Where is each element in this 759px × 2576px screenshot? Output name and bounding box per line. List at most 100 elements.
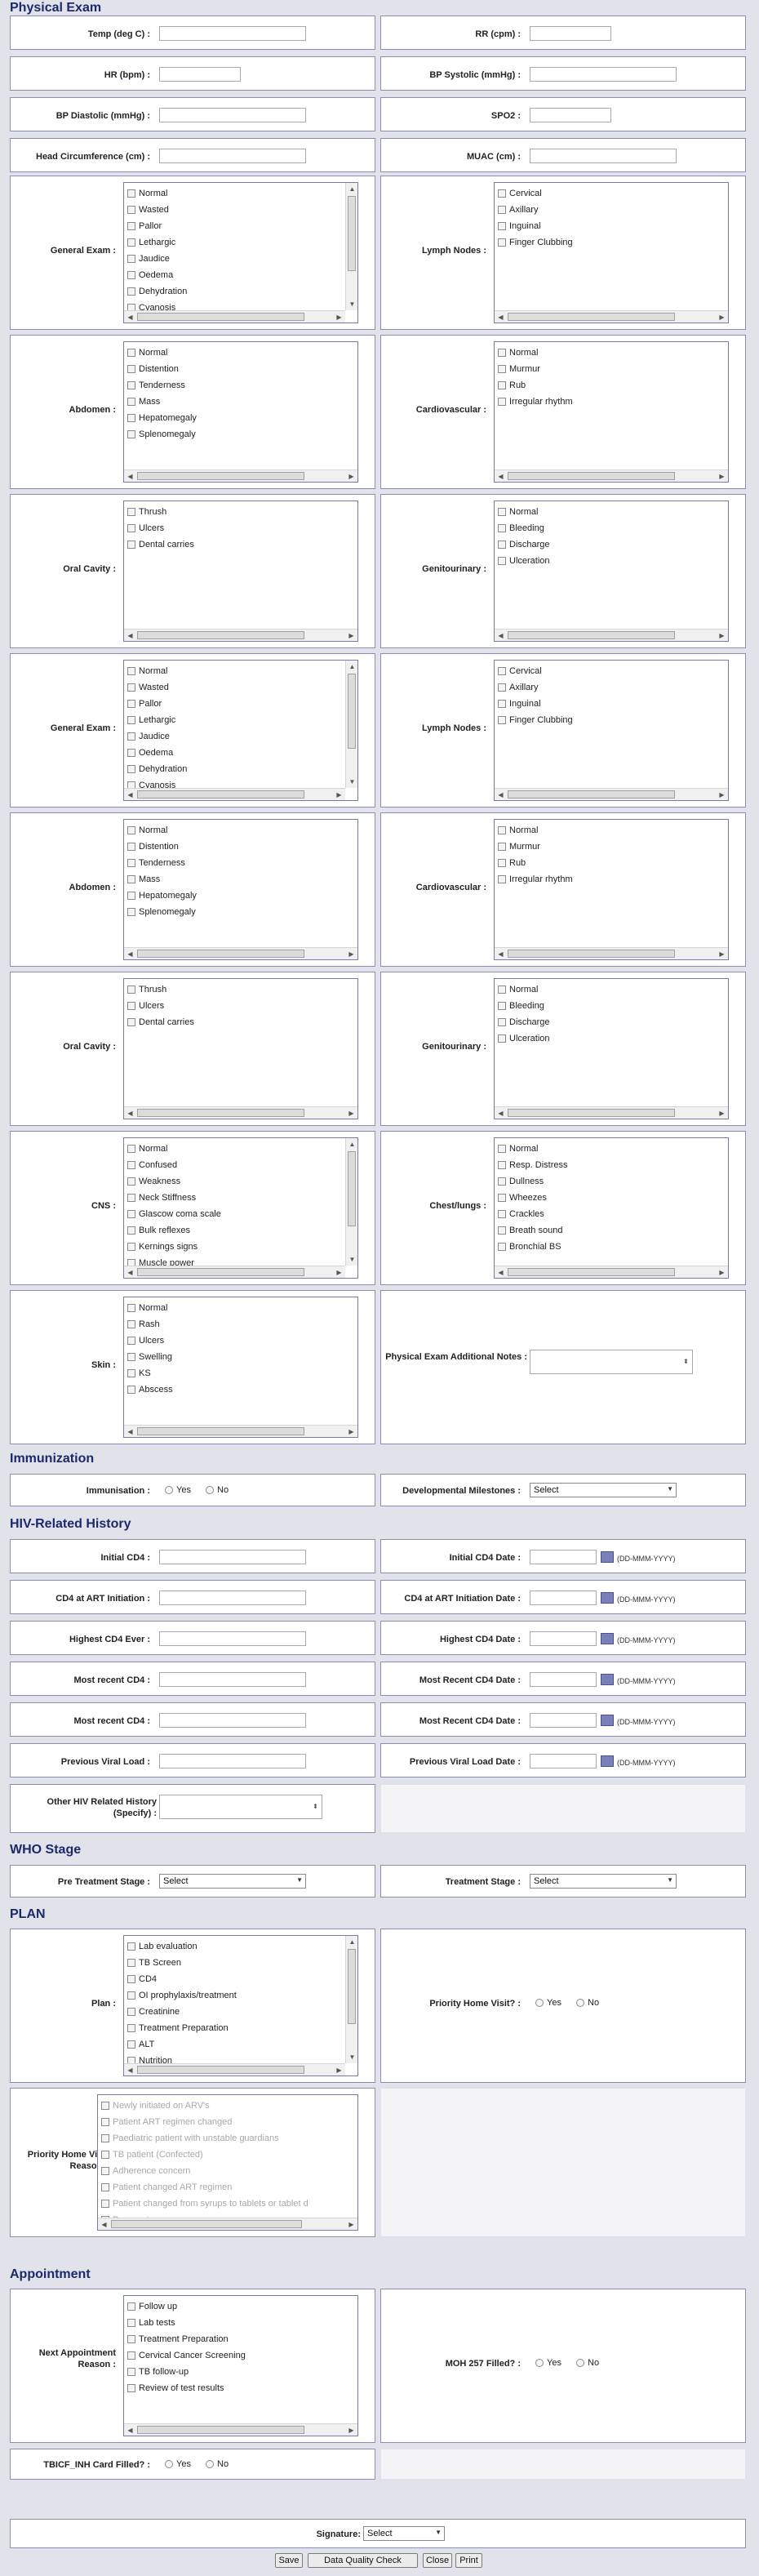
checkbox-option[interactable]: Dehydration [127, 283, 187, 300]
recent_cd4_date_1-input[interactable] [530, 1672, 597, 1687]
checkbox[interactable] [498, 859, 506, 867]
checkbox-option[interactable]: Weakness [127, 1173, 180, 1190]
arrow-up-icon[interactable]: ▲ [346, 1936, 357, 1948]
checkbox-option[interactable]: TB Screen [127, 1955, 181, 1971]
tbicf-radio-no[interactable]: No [206, 2459, 229, 2469]
milestones-select[interactable]: Select ▼ [530, 1483, 677, 1497]
checkbox[interactable] [127, 765, 135, 773]
checkbox-option[interactable]: Dullness [498, 1173, 544, 1190]
scroll-thumb[interactable] [137, 1268, 305, 1276]
calendar-icon[interactable] [601, 1755, 614, 1767]
arrow-right-icon[interactable]: ▶ [333, 311, 345, 323]
checkbox[interactable] [127, 683, 135, 692]
lymph-nodes-listbox[interactable]: Cervical Axillary Inguinal Finger Clubbing ◀… [494, 182, 729, 323]
checkbox[interactable] [127, 843, 135, 851]
checkbox[interactable] [127, 2024, 135, 2032]
checkbox[interactable] [127, 524, 135, 532]
checkbox[interactable] [127, 430, 135, 438]
arrow-left-icon[interactable]: ◀ [98, 2218, 110, 2230]
arrow-right-icon[interactable]: ▶ [716, 311, 728, 323]
checkbox[interactable] [127, 2040, 135, 2049]
priority-reason-listbox[interactable]: Newly initiated on ARV's Patient ART regi… [97, 2094, 358, 2231]
arrow-right-icon[interactable]: ▶ [716, 470, 728, 482]
checkbox[interactable] [498, 1161, 506, 1169]
arrow-left-icon[interactable]: ◀ [124, 1107, 136, 1119]
horizontal-scrollbar[interactable]: ◀ ▶ [124, 1106, 357, 1119]
arrow-left-icon[interactable]: ◀ [124, 2064, 136, 2075]
checkbox-option[interactable]: Bronchial BS [498, 1239, 561, 1255]
spo2-input[interactable] [530, 108, 611, 122]
checkbox-option[interactable]: Inguinal [498, 218, 541, 234]
abdomen-listbox[interactable]: Normal Distention Tenderness Mass Hepatomega… [123, 819, 358, 960]
checkbox-option[interactable]: Normal [127, 663, 167, 679]
checkbox[interactable] [127, 908, 135, 916]
arrow-left-icon[interactable]: ◀ [124, 630, 136, 641]
prev_vl-input[interactable] [159, 1754, 306, 1768]
checkbox-option[interactable]: Patient ART regimen changed [101, 2114, 232, 2130]
checkbox[interactable] [127, 206, 135, 214]
scroll-thumb[interactable] [137, 313, 305, 321]
radio-button[interactable] [576, 1999, 584, 2007]
radio-button[interactable] [165, 2460, 173, 2468]
cd4_art-input[interactable] [159, 1591, 306, 1605]
checkbox-option[interactable]: Hepatomegaly [127, 410, 197, 426]
arrow-down-icon[interactable]: ▼ [346, 776, 357, 788]
checkbox-option[interactable]: Wasted [127, 679, 169, 696]
scroll-thumb[interactable] [137, 631, 305, 639]
hr-input[interactable] [159, 67, 241, 82]
arrow-left-icon[interactable]: ◀ [124, 470, 136, 482]
checkbox[interactable] [127, 1337, 135, 1345]
checkbox-option[interactable]: KS [127, 1365, 151, 1381]
priority-visit-radio-no[interactable]: No [576, 1998, 599, 2008]
checkbox-option[interactable]: Bleeding [498, 998, 544, 1014]
vertical-scrollbar[interactable]: ▲ ▼ [345, 661, 357, 788]
cns-listbox[interactable]: Normal Confused Weakness Neck Stiffness Glas… [123, 1137, 358, 1279]
cardiovascular-listbox[interactable]: Normal Murmur Rub Irregular rhythm ◀ ▶ [494, 819, 729, 960]
checkbox-option[interactable]: Patient changed ART regimen [101, 2179, 232, 2196]
checkbox-option[interactable]: Bulk reflexes [127, 1222, 190, 1239]
checkbox-option[interactable]: Kernings signs [127, 1239, 198, 1255]
horizontal-scrollbar[interactable]: ◀ ▶ [98, 2218, 357, 2230]
scroll-thumb[interactable] [508, 950, 676, 958]
scroll-thumb[interactable] [137, 1427, 305, 1435]
calendar-icon[interactable] [601, 1551, 614, 1563]
data-quality-check-button[interactable]: Data Quality Check [308, 2553, 418, 2568]
checkbox[interactable] [127, 541, 135, 549]
highest_cd4_date-input[interactable] [530, 1631, 597, 1646]
checkbox[interactable] [127, 1243, 135, 1251]
horizontal-scrollbar[interactable]: ◀ ▶ [495, 1266, 728, 1278]
general-exam-listbox[interactable]: Normal Wasted Pallor Lethargic Jaudice Oedema… [123, 660, 358, 801]
checkbox[interactable] [127, 349, 135, 357]
arrow-up-icon[interactable]: ▲ [346, 183, 357, 195]
checkbox-option[interactable]: Lab tests [127, 2315, 175, 2331]
recent_cd4_date_2-input[interactable] [530, 1713, 597, 1728]
checkbox-option[interactable]: Treatment Preparation [127, 2331, 229, 2347]
checkbox[interactable] [127, 875, 135, 883]
checkbox-option[interactable]: Normal [498, 345, 538, 361]
checkbox-option[interactable]: Adherence concern [101, 2163, 190, 2179]
checkbox-option[interactable]: Inguinal [498, 696, 541, 712]
arrow-left-icon[interactable]: ◀ [495, 311, 507, 323]
calendar-icon[interactable] [601, 1633, 614, 1644]
horizontal-scrollbar[interactable]: ◀ ▶ [124, 1266, 345, 1278]
scroll-thumb[interactable] [348, 1151, 356, 1227]
radio-button[interactable] [576, 2359, 584, 2367]
scroll-thumb[interactable] [137, 950, 305, 958]
arrow-left-icon[interactable]: ◀ [495, 948, 507, 959]
moh-radio-yes[interactable]: Yes [535, 2358, 561, 2368]
calendar-icon[interactable] [601, 1674, 614, 1685]
checkbox-option[interactable]: ALT [127, 2036, 154, 2053]
checkbox-option[interactable]: Follow up [127, 2298, 177, 2315]
radio-button[interactable] [206, 2460, 214, 2468]
checkbox-option[interactable]: Finger Clubbing [498, 234, 573, 251]
checkbox[interactable] [127, 222, 135, 230]
checkbox[interactable] [498, 206, 506, 214]
checkbox[interactable] [101, 2167, 109, 2175]
arrow-left-icon[interactable]: ◀ [495, 630, 507, 641]
vertical-scrollbar[interactable]: ▲ ▼ [345, 1936, 357, 2063]
arrow-right-icon[interactable]: ▶ [716, 630, 728, 641]
checkbox-option[interactable]: Normal [127, 822, 167, 839]
horizontal-scrollbar[interactable]: ◀ ▶ [124, 310, 345, 323]
checkbox-option[interactable]: Mass [127, 871, 160, 888]
checkbox-option[interactable]: Glascow coma scale [127, 1206, 221, 1222]
